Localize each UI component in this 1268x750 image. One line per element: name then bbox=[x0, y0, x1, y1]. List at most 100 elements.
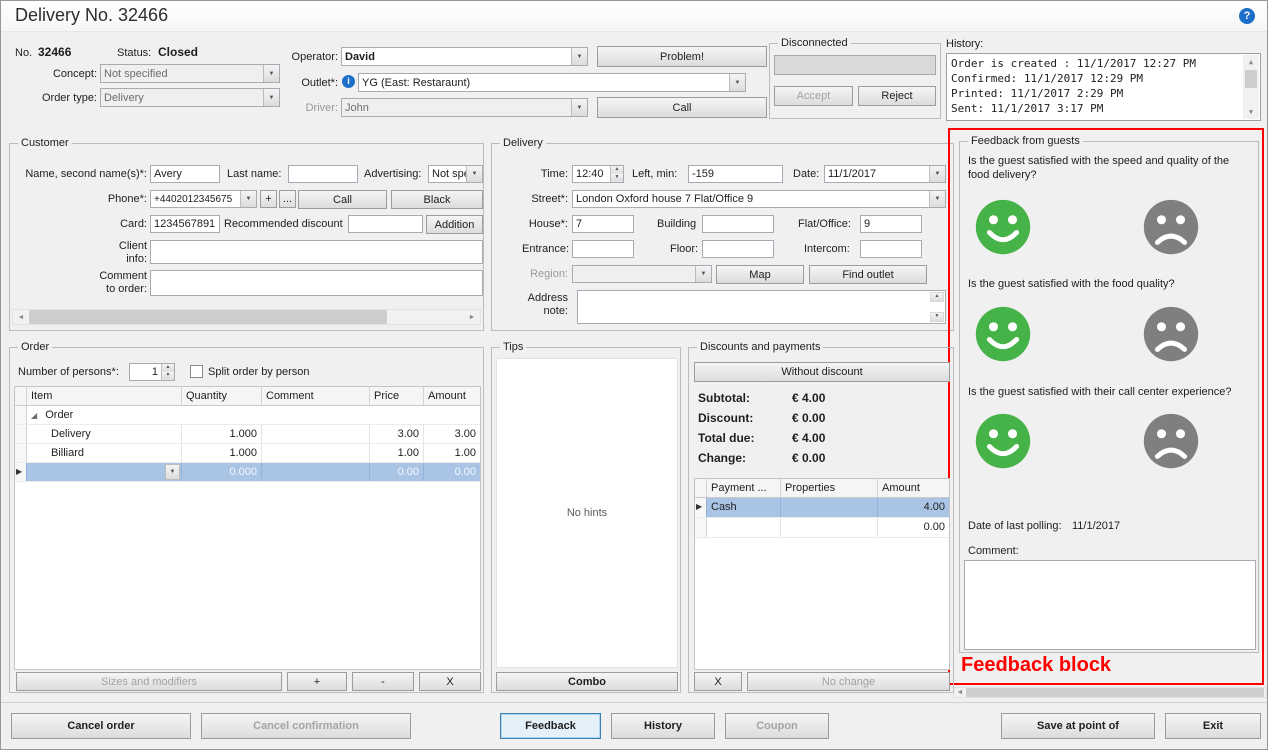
scroll-left-icon[interactable]: ◄ bbox=[13, 310, 29, 324]
advertising-select[interactable]: Not spe ▼ bbox=[428, 165, 483, 183]
scroll-down-icon[interactable]: ▼ bbox=[930, 312, 944, 322]
entrance-field[interactable] bbox=[572, 240, 634, 258]
column-header[interactable]: Payment ... bbox=[707, 479, 781, 497]
remove-item-button[interactable]: - bbox=[352, 672, 414, 691]
sad-smiley-icon[interactable] bbox=[1142, 305, 1200, 363]
building-field[interactable] bbox=[702, 215, 774, 233]
exit-button[interactable]: Exit bbox=[1165, 713, 1261, 739]
spin-down-icon[interactable]: ▼ bbox=[611, 174, 623, 182]
scroll-thumb[interactable] bbox=[1245, 70, 1257, 88]
cancel-order-button[interactable]: Cancel order bbox=[11, 713, 191, 739]
customer-h-scrollbar[interactable]: ◄ ► bbox=[12, 309, 481, 325]
column-header[interactable]: Comment bbox=[262, 387, 370, 405]
sad-smiley-icon[interactable] bbox=[1142, 412, 1200, 470]
table-row[interactable]: Delivery 1.000 3.00 3.00 bbox=[15, 425, 480, 444]
add-item-button[interactable]: + bbox=[287, 672, 347, 691]
delete-item-button[interactable]: X bbox=[419, 672, 481, 691]
floor-field[interactable] bbox=[702, 240, 774, 258]
spin-up-icon[interactable]: ▲ bbox=[162, 364, 174, 372]
outlet-select[interactable]: YG (East: Restaraunt) ▼ bbox=[358, 73, 746, 92]
combo-button[interactable]: Combo bbox=[496, 672, 678, 691]
region-select[interactable]: ▼ bbox=[572, 265, 712, 283]
info-icon[interactable]: i bbox=[342, 75, 355, 88]
additional-button[interactable]: Addition bbox=[426, 215, 483, 234]
table-row[interactable]: Billiard 1.000 1.00 1.00 bbox=[15, 444, 480, 463]
split-order-checkbox[interactable] bbox=[190, 365, 203, 378]
blacklist-button[interactable]: Black bbox=[391, 190, 483, 209]
left-min-field[interactable]: -159 bbox=[688, 165, 783, 183]
happy-smiley-icon[interactable] bbox=[974, 198, 1032, 256]
column-header[interactable]: Amount bbox=[424, 387, 480, 405]
column-header[interactable]: Price bbox=[370, 387, 424, 405]
scroll-up-icon[interactable]: ▲ bbox=[1243, 55, 1259, 69]
operator-select[interactable]: David ▼ bbox=[341, 47, 588, 66]
address-note-field[interactable]: ▲ ▼ bbox=[577, 290, 946, 324]
no-change-button[interactable]: No change bbox=[747, 672, 950, 691]
street-select[interactable]: London Oxford house 7 Flat/Office 9 ▼ bbox=[572, 190, 946, 208]
column-header[interactable]: Item bbox=[27, 387, 182, 405]
reject-button[interactable]: Reject bbox=[858, 86, 936, 106]
column-header[interactable]: Quantity bbox=[182, 387, 262, 405]
add-phone-button[interactable]: + bbox=[260, 190, 277, 208]
scroll-right-icon[interactable]: ► bbox=[464, 310, 480, 324]
happy-smiley-icon[interactable] bbox=[974, 305, 1032, 363]
column-header[interactable]: Amount bbox=[878, 479, 949, 497]
happy-smiley-icon[interactable] bbox=[974, 412, 1032, 470]
disconnected-field[interactable] bbox=[774, 55, 936, 75]
comment-to-order-field[interactable] bbox=[150, 270, 483, 296]
order-type-select[interactable]: Delivery ▼ bbox=[100, 88, 280, 107]
column-header[interactable]: Properties bbox=[781, 479, 878, 497]
history-scrollbar[interactable]: ▲ ▼ bbox=[1243, 55, 1259, 119]
call-customer-button[interactable]: Call bbox=[298, 190, 387, 209]
feedback-button[interactable]: Feedback bbox=[500, 713, 601, 739]
feedback-comment-field[interactable] bbox=[964, 560, 1256, 650]
group-expanded-icon[interactable]: ◢ bbox=[31, 411, 37, 420]
recommended-discount-field[interactable] bbox=[348, 215, 423, 233]
scroll-left-icon[interactable]: ◄ bbox=[954, 688, 966, 697]
client-info-field[interactable] bbox=[150, 240, 483, 264]
scroll-down-icon[interactable]: ▼ bbox=[1243, 105, 1259, 119]
spin-up-icon[interactable]: ▲ bbox=[611, 166, 623, 174]
address-note-scrollbar[interactable]: ▲ ▼ bbox=[930, 292, 944, 322]
table-row-selected[interactable]: ▶ ▼ 0.000 0.00 0.00 bbox=[15, 463, 480, 482]
call-driver-button[interactable]: Call bbox=[597, 97, 767, 118]
phone-options-button[interactable]: ... bbox=[279, 190, 296, 208]
save-at-point-of-sale-button[interactable]: Save at point of bbox=[1001, 713, 1155, 739]
persons-spinner[interactable]: ▲ ▼ bbox=[161, 364, 174, 380]
delete-payment-button[interactable]: X bbox=[694, 672, 742, 691]
persons-stepper[interactable]: 1 ▲ ▼ bbox=[129, 363, 175, 381]
flat-office-field[interactable]: 9 bbox=[860, 215, 922, 233]
order-group-row[interactable]: ◢ Order bbox=[15, 406, 480, 425]
find-outlet-button[interactable]: Find outlet bbox=[809, 265, 927, 284]
customer-group: Customer Name, second name(s)*: Avery La… bbox=[9, 143, 484, 331]
table-row-selected[interactable]: ▶ Cash 4.00 bbox=[695, 498, 949, 518]
sizes-and-modifiers-button[interactable]: Sizes and modifiers bbox=[16, 672, 282, 691]
map-button[interactable]: Map bbox=[716, 265, 804, 284]
time-field[interactable]: 12:40 ▲ ▼ bbox=[572, 165, 624, 183]
concept-select[interactable]: Not specified ▼ bbox=[100, 64, 280, 83]
spin-down-icon[interactable]: ▼ bbox=[162, 372, 174, 380]
card-field[interactable]: 1234567891 bbox=[150, 215, 220, 233]
sad-smiley-icon[interactable] bbox=[1142, 198, 1200, 256]
driver-select[interactable]: John ▼ bbox=[341, 98, 588, 117]
name-field[interactable]: Avery bbox=[150, 165, 220, 183]
scroll-up-icon[interactable]: ▲ bbox=[930, 292, 944, 302]
table-row[interactable]: 0.00 bbox=[695, 518, 949, 538]
help-icon[interactable]: ? bbox=[1239, 8, 1255, 24]
feedback-h-scrollbar[interactable]: ◄ bbox=[953, 687, 1267, 698]
cancel-confirmation-button[interactable]: Cancel confirmation bbox=[201, 713, 411, 739]
without-discount-button[interactable]: Without discount bbox=[694, 362, 950, 382]
scroll-thumb[interactable] bbox=[966, 688, 1264, 697]
house-field[interactable]: 7 bbox=[572, 215, 634, 233]
time-spinner[interactable]: ▲ ▼ bbox=[610, 166, 623, 182]
item-select-arrow[interactable]: ▼ bbox=[165, 464, 180, 480]
phone-select[interactable]: +4402012345675 ▼ bbox=[150, 190, 257, 208]
accept-button[interactable]: Accept bbox=[774, 86, 853, 106]
history-button[interactable]: History bbox=[611, 713, 715, 739]
last-name-field[interactable] bbox=[288, 165, 358, 183]
scroll-thumb[interactable] bbox=[29, 310, 387, 324]
date-select[interactable]: 11/1/2017 ▼ bbox=[824, 165, 946, 183]
intercom-field[interactable] bbox=[860, 240, 922, 258]
coupon-button[interactable]: Coupon bbox=[725, 713, 829, 739]
problem-button[interactable]: Problem! bbox=[597, 46, 767, 67]
